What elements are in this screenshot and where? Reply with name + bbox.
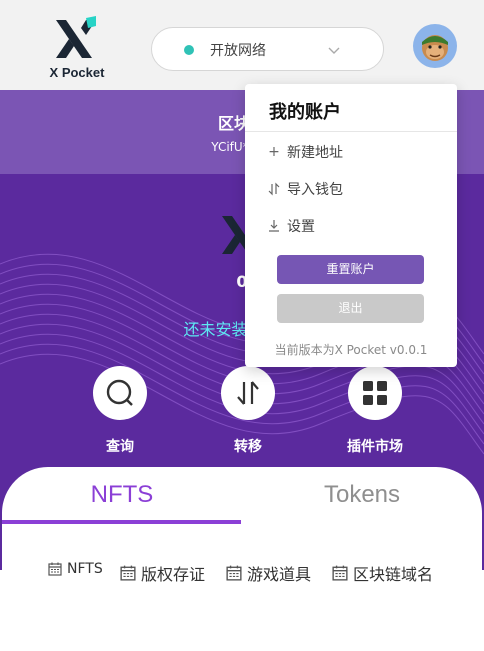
plugin-market-label: 插件市场 <box>347 439 403 455</box>
transfer-icon <box>237 381 259 405</box>
assets-card: NFTS Tokens NFTS 版权存证 游戏道具 区块链域名 <box>2 467 482 651</box>
network-label: 开放网络 <box>210 43 266 59</box>
menu-item-new-address[interactable]: + 新建地址 <box>267 142 343 162</box>
filter-label: 版权存证 <box>141 565 206 584</box>
x-pocket-logo[interactable]: X Pocket <box>44 14 110 82</box>
top-bar: X Pocket 开放网络 <box>0 0 484 90</box>
network-selector[interactable]: 开放网络 <box>151 27 384 71</box>
filter-nfts[interactable]: NFTS <box>48 561 103 577</box>
plus-icon: + <box>268 144 280 160</box>
filter-game-items[interactable]: 游戏道具 <box>226 561 311 585</box>
logo-text: X Pocket <box>49 65 105 80</box>
calendar-icon <box>332 565 348 581</box>
tab-nfts[interactable]: NFTS <box>2 481 242 509</box>
calendar-icon <box>226 565 242 581</box>
reset-account-button[interactable]: 重置账户 <box>277 255 424 284</box>
menu-item-label: 新建地址 <box>287 145 343 161</box>
menu-title: 我的账户 <box>269 102 341 123</box>
transfer-label: 转移 <box>234 439 262 455</box>
menu-divider <box>245 131 457 132</box>
filter-label: NFTS <box>67 561 103 577</box>
grid-icon <box>363 381 387 405</box>
plugin-market-button[interactable]: 插件市场 <box>330 366 420 456</box>
search-icon <box>106 379 133 406</box>
tab-tokens[interactable]: Tokens <box>242 481 482 509</box>
logout-button[interactable]: 退出 <box>277 294 424 323</box>
transfer-button[interactable]: 转移 <box>203 366 293 456</box>
menu-item-settings[interactable]: 设置 <box>267 216 315 236</box>
query-button[interactable]: 查询 <box>75 366 165 456</box>
query-label: 查询 <box>106 439 134 455</box>
account-menu: 我的账户 + 新建地址 导入钱包 设置 重置账户 退出 当前版本为X Pocke… <box>245 84 457 367</box>
filter-copyright[interactable]: 版权存证 <box>120 561 205 585</box>
active-tab-indicator <box>2 520 241 524</box>
menu-item-import-wallet[interactable]: 导入钱包 <box>267 179 343 199</box>
download-icon <box>269 220 279 232</box>
menu-item-label: 设置 <box>287 219 315 235</box>
version-text: 当前版本为X Pocket v0.0.1 <box>274 343 428 357</box>
menu-item-label: 导入钱包 <box>287 182 343 198</box>
filter-label: 区块链域名 <box>353 565 434 584</box>
filter-domain[interactable]: 区块链域名 <box>332 561 433 585</box>
x-logo-icon <box>56 16 96 58</box>
chevron-down-icon <box>328 47 340 54</box>
network-status-dot <box>184 45 194 55</box>
import-icon <box>268 182 280 196</box>
avatar[interactable] <box>413 24 457 68</box>
filter-label: 游戏道具 <box>247 565 312 584</box>
calendar-icon <box>120 565 136 581</box>
calendar-icon <box>48 562 62 576</box>
monkey-avatar-icon <box>422 35 448 61</box>
